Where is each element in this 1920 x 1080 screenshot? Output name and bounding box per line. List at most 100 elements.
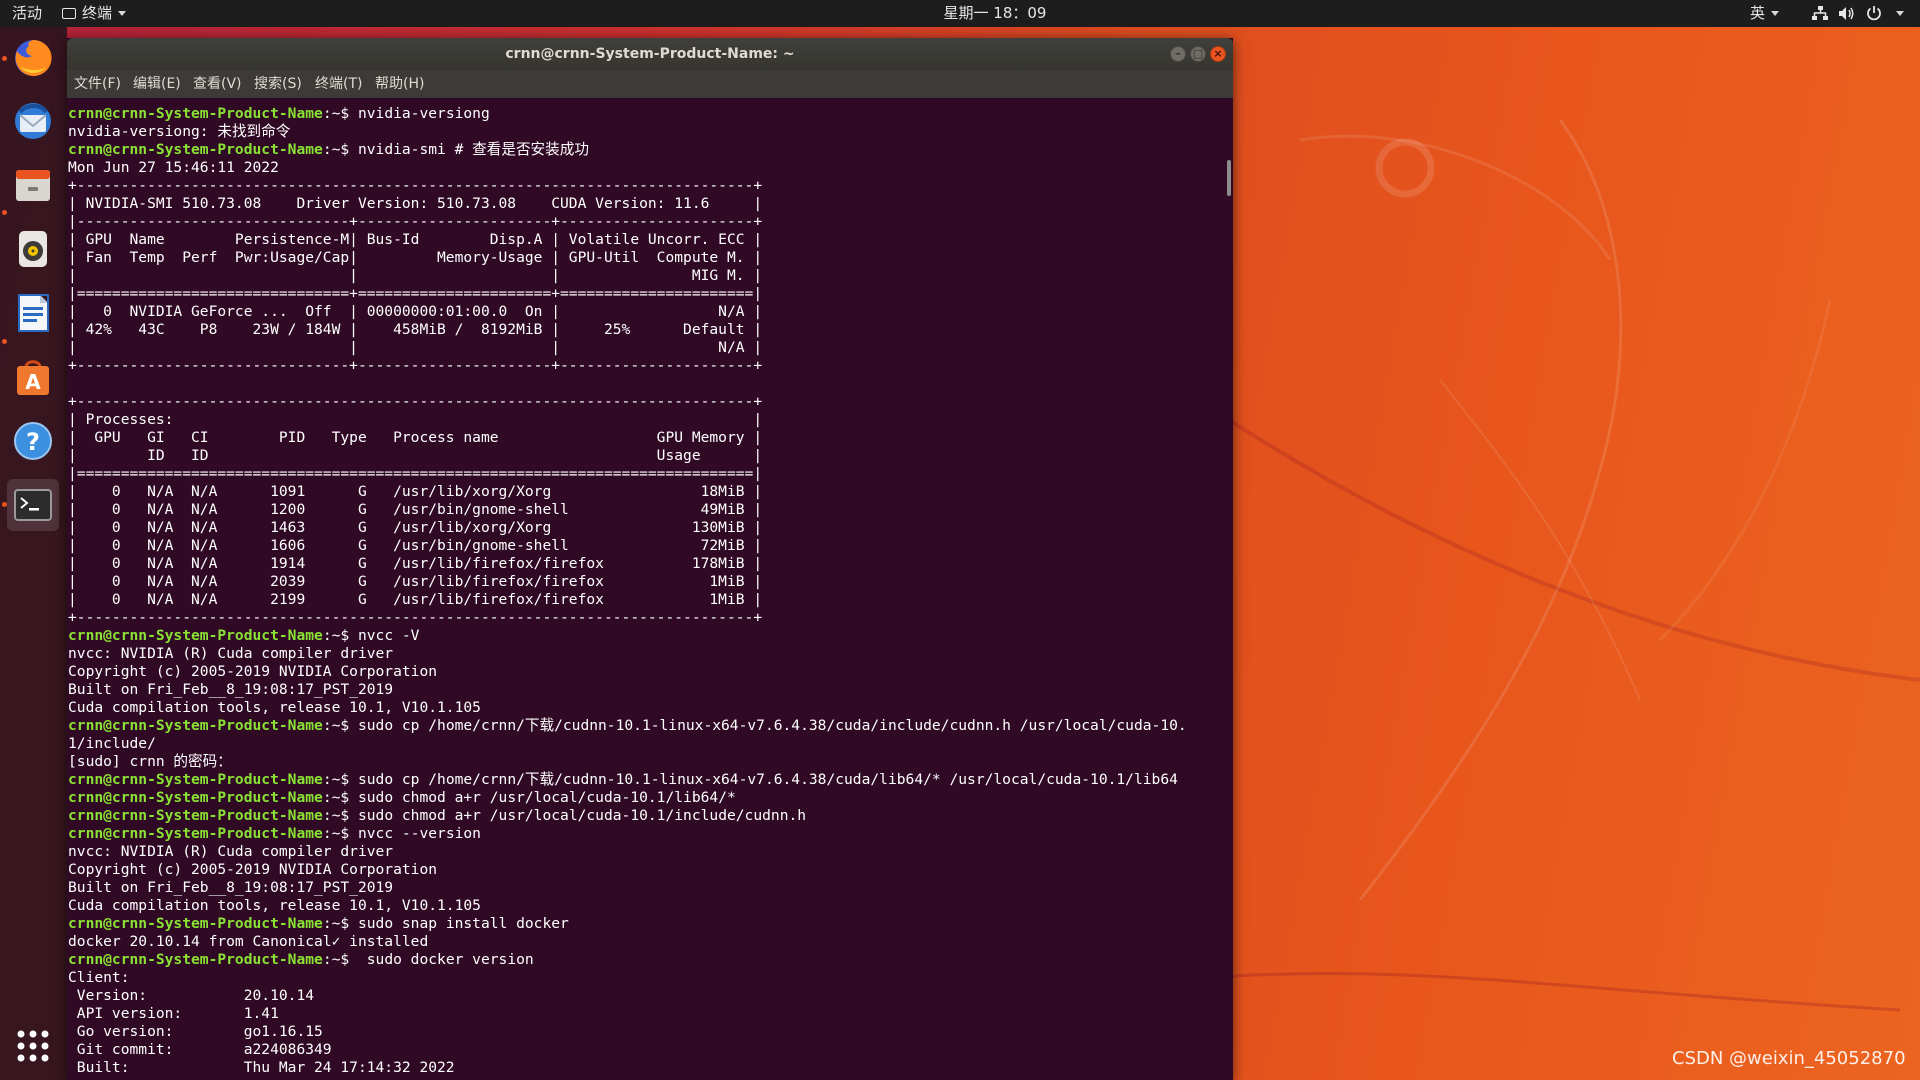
menu-view[interactable]: 查看(V) (193, 70, 242, 98)
line-text: :~$ sudo cp /home/crnn/下载/cudnn-10.1-lin… (322, 771, 1178, 788)
line-text: | NVIDIA-SMI 510.73.08 Driver Version: 5… (68, 195, 763, 212)
maximize-button[interactable]: □ (1190, 46, 1206, 62)
terminal-line: | 0 N/A N/A 1200 G /usr/bin/gnome-shell … (68, 501, 1218, 519)
line-text: Git commit: a224086349 (68, 1041, 332, 1058)
line-text: Cuda compilation tools, release 10.1, V1… (68, 897, 481, 914)
terminal-line: nvcc: NVIDIA (R) Cuda compiler driver (68, 645, 1218, 663)
line-text: | Fan Temp Perf Pwr:Usage/Cap| Memory-Us… (68, 249, 763, 266)
dock-libreoffice-writer[interactable] (7, 287, 59, 339)
terminal-line: | Fan Temp Perf Pwr:Usage/Cap| Memory-Us… (68, 249, 1218, 267)
prompt-text: crnn@crnn-System-Product-Name (68, 807, 323, 824)
terminal-line: crnn@crnn-System-Product-Name:~$ sudo ch… (68, 807, 1218, 825)
running-indicator (2, 502, 7, 507)
line-text: |===============================+=======… (68, 285, 763, 302)
line-text: :~$ nvcc --version (322, 825, 481, 842)
terminal-line: | 0 N/A N/A 1606 G /usr/bin/gnome-shell … (68, 537, 1218, 555)
terminal-line: crnn@crnn-System-Product-Name:~$ sudo ch… (68, 789, 1218, 807)
dock-thunderbird[interactable] (7, 95, 59, 147)
line-text: | 42% 43C P8 23W / 184W | 458MiB / 8192M… (68, 321, 763, 338)
line-text: | | | N/A | (68, 339, 763, 356)
terminal-scrollbar[interactable] (1227, 160, 1231, 196)
running-indicator (2, 210, 7, 215)
terminal-line: crnn@crnn-System-Product-Name:~$ sudo cp… (68, 771, 1218, 789)
line-text: | 0 N/A N/A 1914 G /usr/lib/firefox/fire… (68, 555, 763, 572)
terminal-line: +-------------------------------+-------… (68, 357, 1218, 375)
terminal-line: | GPU Name Persistence-M| Bus-Id Disp.A … (68, 231, 1218, 249)
terminal-icon (14, 489, 52, 521)
running-indicator (2, 339, 7, 344)
terminal-line: | | | N/A | (68, 339, 1218, 357)
line-text: | 0 N/A N/A 1606 G /usr/bin/gnome-shell … (68, 537, 763, 554)
line-text: | 0 N/A N/A 2199 G /usr/lib/firefox/fire… (68, 591, 763, 608)
menu-search[interactable]: 搜索(S) (254, 70, 302, 98)
prompt-text: crnn@crnn-System-Product-Name (68, 789, 323, 806)
dock-files[interactable] (7, 159, 59, 211)
terminal-line: Cuda compilation tools, release 10.1, V1… (68, 699, 1218, 717)
terminal-lines: crnn@crnn-System-Product-Name :~$ nvidia-… (68, 105, 1218, 1077)
menu-help[interactable]: 帮助(H) (375, 70, 424, 98)
terminal-line: |===============================+=======… (68, 285, 1218, 303)
line-text: :~$ sudo cp /home/crnn/下载/cudnn-10.1-lin… (322, 717, 1187, 734)
dock-rhythmbox[interactable] (7, 223, 59, 275)
terminal-line: +---------------------------------------… (68, 393, 1218, 411)
line-text: | 0 NVIDIA GeForce ... Off | 00000000:01… (68, 303, 763, 320)
terminal-line: Built: Thu Mar 24 17:14:32 2022 (68, 1059, 1218, 1077)
power-icon[interactable] (1866, 5, 1882, 21)
top-bar: 活动 终端 星期一 18：09 英 (0, 0, 1920, 27)
terminal-line: crnn@crnn-System-Product-Name:~$ nvcc -V (68, 627, 1218, 645)
line-text: | 0 N/A N/A 1091 G /usr/lib/xorg/Xorg 18… (68, 483, 763, 500)
terminal-line: | 0 N/A N/A 1914 G /usr/lib/firefox/fire… (68, 555, 1218, 573)
line-text: [sudo] crnn 的密码： (68, 753, 232, 770)
terminal-line: | 0 N/A N/A 1463 G /usr/lib/xorg/Xorg 13… (68, 519, 1218, 537)
dock-software-center[interactable]: A (7, 351, 59, 403)
terminal-line: nvidia-versiong: 未找到命令 (68, 123, 1218, 141)
prompt-text: crnn@crnn-System-Product-Name (68, 717, 323, 734)
line-text: Mon Jun 27 15:46:11 2022 (68, 159, 279, 176)
clock[interactable]: 星期一 18：09 (0, 0, 1920, 27)
line-text: Built on Fri_Feb__8_19:08:17_PST_2019 (68, 681, 394, 698)
line-text: | | | MIG M. | (68, 267, 763, 284)
dock-firefox[interactable] (7, 32, 59, 84)
prompt-text: crnn@crnn-System-Product-Name (68, 627, 323, 644)
show-applications-grid-icon[interactable] (16, 1029, 50, 1063)
terminal-line: API version: 1.41 (68, 1005, 1218, 1023)
terminal-line: | 0 N/A N/A 1091 G /usr/lib/xorg/Xorg 18… (68, 483, 1218, 501)
menu-bar: 文件(F) 编辑(E) 查看(V) 搜索(S) 终端(T) 帮助(H) (67, 70, 1233, 98)
chevron-down-icon (1896, 11, 1904, 16)
svg-text:?: ? (26, 428, 40, 456)
menu-edit[interactable]: 编辑(E) (133, 70, 181, 98)
line-text: +---------------------------------------… (68, 609, 763, 626)
line-text: Copyright (c) 2005-2019 NVIDIA Corporati… (68, 663, 438, 680)
terminal-window: crnn@crnn-System-Product-Name: ~ – □ × 文… (67, 38, 1233, 1080)
minimize-button[interactable]: – (1170, 46, 1186, 62)
line-text: Cuda compilation tools, release 10.1, V1… (68, 699, 481, 716)
terminal-line: crnn@crnn-System-Product-Name:~$ nvidia-… (68, 105, 1218, 123)
terminal-line: Git commit: a224086349 (68, 1041, 1218, 1059)
terminal-line: | 42% 43C P8 23W / 184W | 458MiB / 8192M… (68, 321, 1218, 339)
prompt-text: crnn@crnn-System-Product-Name (68, 771, 323, 788)
window-titlebar[interactable]: crnn@crnn-System-Product-Name: ~ – □ × (67, 38, 1233, 70)
network-icon[interactable] (1812, 6, 1828, 21)
volume-icon[interactable] (1838, 6, 1856, 21)
terminal-line: Mon Jun 27 15:46:11 2022 (68, 159, 1218, 177)
dock-terminal[interactable] (7, 479, 59, 531)
terminal-line: | 0 NVIDIA GeForce ... Off | 00000000:01… (68, 303, 1218, 321)
svg-text:A: A (25, 370, 41, 394)
line-text: :~$ nvidia-versiong (322, 105, 490, 122)
maximize-icon: □ (1192, 47, 1204, 60)
rhythmbox-icon (19, 231, 47, 267)
system-menu-toggle[interactable] (1890, 0, 1904, 27)
terminal-line: crnn@crnn-System-Product-Name:~$ nvcc --… (68, 825, 1218, 843)
terminal-output[interactable]: crnn@crnn-System-Product-Name :~$ nvidia-… (67, 98, 1233, 1080)
dock-help[interactable]: ? (7, 415, 59, 467)
terminal-line: | 0 N/A N/A 2039 G /usr/lib/firefox/fire… (68, 573, 1218, 591)
input-method-indicator[interactable]: 英 (1750, 0, 1780, 27)
close-button[interactable]: × (1210, 46, 1226, 62)
dock: A ? (0, 27, 67, 1080)
software-center-icon: A (17, 360, 49, 395)
chevron-down-icon (1771, 11, 1780, 16)
terminal-line: crnn@crnn-System-Product-Name:~$ nvidia-… (68, 141, 1218, 159)
menu-file[interactable]: 文件(F) (74, 70, 121, 98)
menu-terminal[interactable]: 终端(T) (315, 70, 362, 98)
